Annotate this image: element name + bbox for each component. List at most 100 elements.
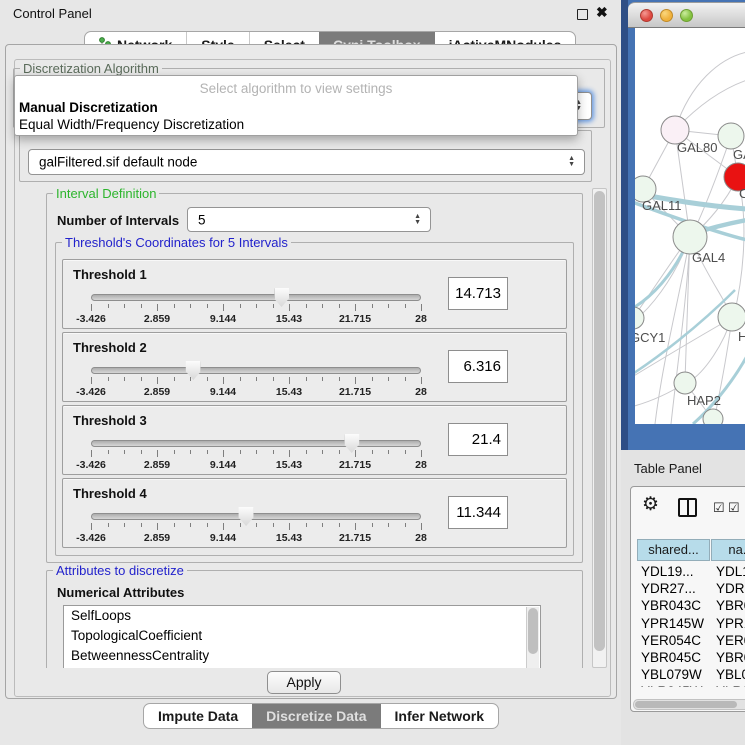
checkbox-icon[interactable]: ☑	[728, 500, 740, 516]
slider-track[interactable]	[91, 440, 421, 447]
network-node[interactable]	[718, 303, 745, 331]
traffic-light-minimize-icon[interactable]	[660, 9, 673, 22]
threshold-value-field[interactable]: 21.4	[448, 423, 508, 456]
table-cell[interactable]: YDR2...	[716, 580, 745, 597]
attribute-list-item[interactable]: BetweennessCentrality	[64, 646, 540, 666]
tick-mark	[190, 450, 191, 454]
threshold-label: Threshold 2	[73, 340, 147, 355]
table-row[interactable]: YPR145W YPR1...	[631, 615, 745, 632]
table-cell[interactable]: YPR1...	[716, 615, 745, 632]
traffic-light-close-icon[interactable]	[640, 9, 653, 22]
slider-ticks	[91, 523, 421, 531]
slider-ticks	[91, 450, 421, 458]
attribute-list-item[interactable]: SelfLoops	[64, 606, 540, 626]
table-panel: Table Panel ⚙ ☑ ☑ shared... na... YDL19.…	[621, 450, 745, 745]
table-row[interactable]: YBL079W YBL0...	[631, 666, 745, 683]
scrollbar-thumb[interactable]	[635, 701, 737, 708]
slider-track[interactable]	[91, 367, 421, 374]
table-cell[interactable]: YBR0...	[716, 597, 745, 614]
table-cell[interactable]: YER054C	[641, 632, 701, 649]
float-window-icon[interactable]	[577, 9, 588, 20]
threshold-slider[interactable]: -3.4262.8599.14415.4321.71528	[91, 359, 421, 399]
list-scrollbar[interactable]	[526, 607, 539, 668]
number-of-intervals-spinner[interactable]: 5 ▲▼	[187, 207, 431, 232]
popup-option-manual-discretization[interactable]: Manual Discretization	[19, 100, 158, 115]
table-cell[interactable]: YBR045C	[641, 649, 701, 666]
network-node[interactable]	[635, 307, 644, 329]
network-node[interactable]	[673, 220, 707, 254]
table-cell[interactable]: YBL079W	[641, 666, 702, 683]
tick-mark	[240, 377, 241, 381]
network-node[interactable]	[703, 409, 723, 424]
table-row[interactable]: YER054C YER0...	[631, 632, 745, 649]
threshold-label: Threshold 4	[73, 486, 147, 501]
tick-mark	[322, 523, 323, 527]
tick-label: 9.144	[210, 532, 236, 544]
table-cell[interactable]: YBR0...	[716, 649, 745, 666]
slider-track[interactable]	[91, 513, 421, 520]
numerical-attributes-label: Numerical Attributes	[57, 585, 184, 600]
network-window-titlebar[interactable]	[628, 2, 745, 28]
apply-button[interactable]: Apply	[267, 671, 341, 694]
horizontal-scrollbar[interactable]	[633, 699, 745, 710]
threshold-slider[interactable]: -3.4262.8599.14415.4321.71528	[91, 505, 421, 545]
column-header-name[interactable]: na...	[711, 539, 745, 561]
network-node-label: C	[739, 186, 745, 201]
tick-mark	[306, 450, 307, 454]
table-row[interactable]: YDL19... YDL1...	[631, 563, 745, 580]
table-row[interactable]: YBR045C YBR0...	[631, 649, 745, 666]
network-node-label: GCY1	[635, 330, 665, 345]
tick-mark	[372, 377, 373, 381]
table-cell[interactable]: YPR145W	[641, 615, 704, 632]
tick-mark	[240, 450, 241, 454]
tab-label: Impute Data	[158, 708, 238, 724]
table-cell[interactable]: YBR043C	[641, 597, 701, 614]
table-row[interactable]: YLR345W YLR3...	[631, 683, 745, 687]
slider-track[interactable]	[91, 294, 421, 301]
table-cell[interactable]: YDL19...	[641, 563, 694, 580]
close-icon[interactable]: ✖	[596, 4, 608, 21]
tick-mark	[256, 523, 257, 527]
threshold-value-field[interactable]: 6.316	[448, 350, 508, 383]
tick-mark	[141, 377, 142, 381]
table-cell[interactable]: YDL1...	[716, 563, 745, 580]
table-data-combobox[interactable]: galFiltered.sif default node ▲▼	[28, 149, 585, 175]
column-header-shared-name[interactable]: shared...	[637, 539, 710, 561]
table-cell[interactable]: YLR345W	[641, 683, 703, 687]
network-node[interactable]	[718, 123, 744, 149]
tab-impute-data[interactable]: Impute Data	[144, 704, 252, 728]
table-cell[interactable]: YBL0...	[716, 666, 745, 683]
attributes-list[interactable]: SelfLoopsTopologicalCoefficientBetweenne…	[63, 605, 541, 668]
threshold-slider[interactable]: -3.4262.8599.14415.4321.71528	[91, 286, 421, 326]
tick-mark	[207, 377, 208, 381]
network-node[interactable]	[674, 372, 696, 394]
vertical-scrollbar[interactable]	[592, 188, 607, 668]
table-cell[interactable]: YDR27...	[641, 580, 696, 597]
tab-discretize-data[interactable]: Discretize Data	[252, 704, 380, 728]
tick-mark	[256, 304, 257, 308]
traffic-light-zoom-icon[interactable]	[680, 9, 693, 22]
slider-scale-labels: -3.4262.8599.14415.4321.71528	[91, 532, 421, 544]
network-canvas[interactable]: GAL80GACGAL11GAL4GCY1HHAP2	[635, 28, 745, 424]
tick-label: 9.144	[210, 459, 236, 471]
attribute-list-item[interactable]: TopologicalCoefficient	[64, 626, 540, 646]
popup-option-equal-width[interactable]: Equal Width/Frequency Discretization	[19, 117, 244, 132]
threshold-slider[interactable]: -3.4262.8599.14415.4321.71528	[91, 432, 421, 472]
threshold-value-field[interactable]: 14.713	[448, 277, 508, 310]
tick-mark	[273, 377, 274, 381]
table-row[interactable]: YBR043C YBR0...	[631, 597, 745, 614]
tick-label: 2.859	[144, 459, 170, 471]
scrollbar-thumb[interactable]	[594, 191, 605, 651]
table-row[interactable]: YDR27... YDR2...	[631, 580, 745, 597]
tick-mark	[372, 450, 373, 454]
table-cell[interactable]: YLR3...	[716, 683, 745, 687]
tab-infer-network[interactable]: Infer Network	[381, 704, 498, 728]
network-edge	[675, 52, 745, 130]
gear-icon[interactable]: ⚙	[642, 493, 659, 516]
table-cell[interactable]: YER0...	[716, 632, 745, 649]
tick-label: 2.859	[144, 386, 170, 398]
scrollbar-thumb[interactable]	[528, 608, 538, 654]
split-view-icon[interactable]	[678, 498, 697, 517]
checkbox-icon[interactable]: ☑	[713, 500, 725, 516]
threshold-value-field[interactable]: 11.344	[448, 496, 508, 529]
